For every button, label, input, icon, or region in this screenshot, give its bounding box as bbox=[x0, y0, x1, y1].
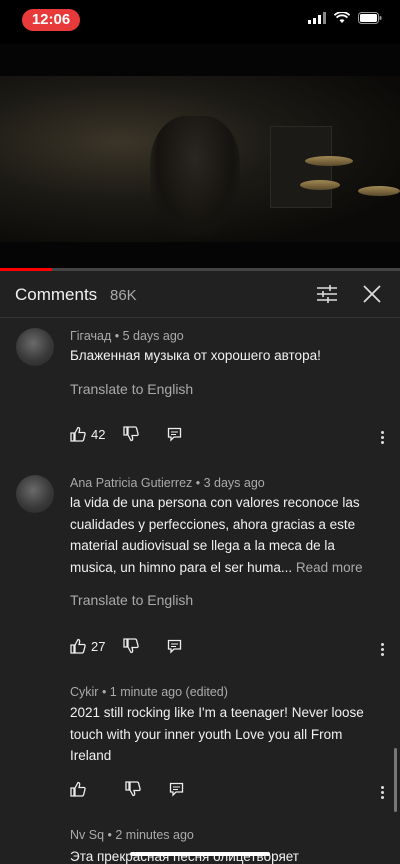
thumbs-up-icon bbox=[70, 638, 86, 654]
reply-icon[interactable] bbox=[167, 639, 182, 654]
video-performer bbox=[150, 116, 240, 236]
wifi-icon bbox=[334, 12, 350, 23]
avatar[interactable] bbox=[16, 475, 54, 513]
comment-author-meta[interactable]: Nv Sq • 2 minutes ago bbox=[70, 828, 194, 842]
more-options-button[interactable] bbox=[381, 429, 385, 446]
comment-actions bbox=[70, 781, 184, 797]
thumbs-up-icon bbox=[70, 426, 86, 442]
like-button[interactable] bbox=[70, 781, 91, 797]
comment-text: 2021 still rocking like I'm a teenager! … bbox=[70, 705, 364, 763]
video-amplifier bbox=[270, 126, 332, 208]
video-cymbal bbox=[300, 180, 340, 190]
close-icon[interactable] bbox=[361, 283, 383, 305]
comments-count: 86K bbox=[110, 287, 137, 304]
status-icons bbox=[308, 12, 382, 24]
comment-author-meta[interactable]: Гігачад • 5 days ago bbox=[70, 329, 184, 343]
reply-icon[interactable] bbox=[167, 427, 182, 442]
video-cymbal bbox=[358, 186, 400, 196]
cellular-signal-icon bbox=[308, 12, 326, 24]
scrollbar[interactable] bbox=[394, 748, 397, 812]
like-count: 42 bbox=[91, 426, 106, 442]
thumbs-down-icon[interactable] bbox=[123, 638, 140, 654]
like-count: 27 bbox=[91, 638, 106, 654]
thumbs-down-icon[interactable] bbox=[123, 426, 140, 442]
comment-text: Блаженная музыка от хорошего автора! bbox=[70, 348, 321, 363]
comment-author-meta[interactable]: Cykir • 1 minute ago (edited) bbox=[70, 685, 228, 699]
translate-link[interactable]: Translate to English bbox=[70, 592, 193, 608]
comment-text: la vida de una persona con valores recon… bbox=[70, 492, 382, 578]
translate-link[interactable]: Translate to English bbox=[70, 381, 193, 397]
more-options-button[interactable] bbox=[381, 784, 385, 801]
status-time: 12:06 bbox=[22, 9, 80, 31]
avatar[interactable] bbox=[16, 328, 54, 366]
comments-list[interactable]: Гігачад • 5 days ago Блаженная музыка от… bbox=[0, 318, 400, 864]
home-indicator[interactable] bbox=[130, 852, 270, 856]
comment-actions: 42 bbox=[70, 426, 182, 442]
more-options-button[interactable] bbox=[381, 641, 385, 658]
comment-author-meta[interactable]: Ana Patricia Gutierrez • 3 days ago bbox=[70, 476, 265, 490]
like-button[interactable]: 27 bbox=[70, 638, 105, 654]
thumbs-down-icon[interactable] bbox=[125, 781, 141, 797]
read-more-link[interactable]: Read more bbox=[296, 560, 363, 575]
comment-actions: 27 bbox=[70, 638, 182, 654]
filter-icon[interactable] bbox=[316, 284, 338, 304]
video-frame bbox=[0, 76, 400, 242]
reply-icon[interactable] bbox=[169, 782, 184, 797]
video-cymbal bbox=[305, 156, 353, 166]
like-button[interactable]: 42 bbox=[70, 426, 105, 442]
thumbs-up-icon bbox=[70, 781, 86, 797]
status-bar: 12:06 bbox=[0, 0, 400, 44]
comments-header: Comments 86K bbox=[0, 271, 400, 318]
video-player[interactable] bbox=[0, 44, 400, 270]
comments-title: Comments bbox=[15, 285, 98, 304]
battery-icon bbox=[358, 12, 382, 24]
